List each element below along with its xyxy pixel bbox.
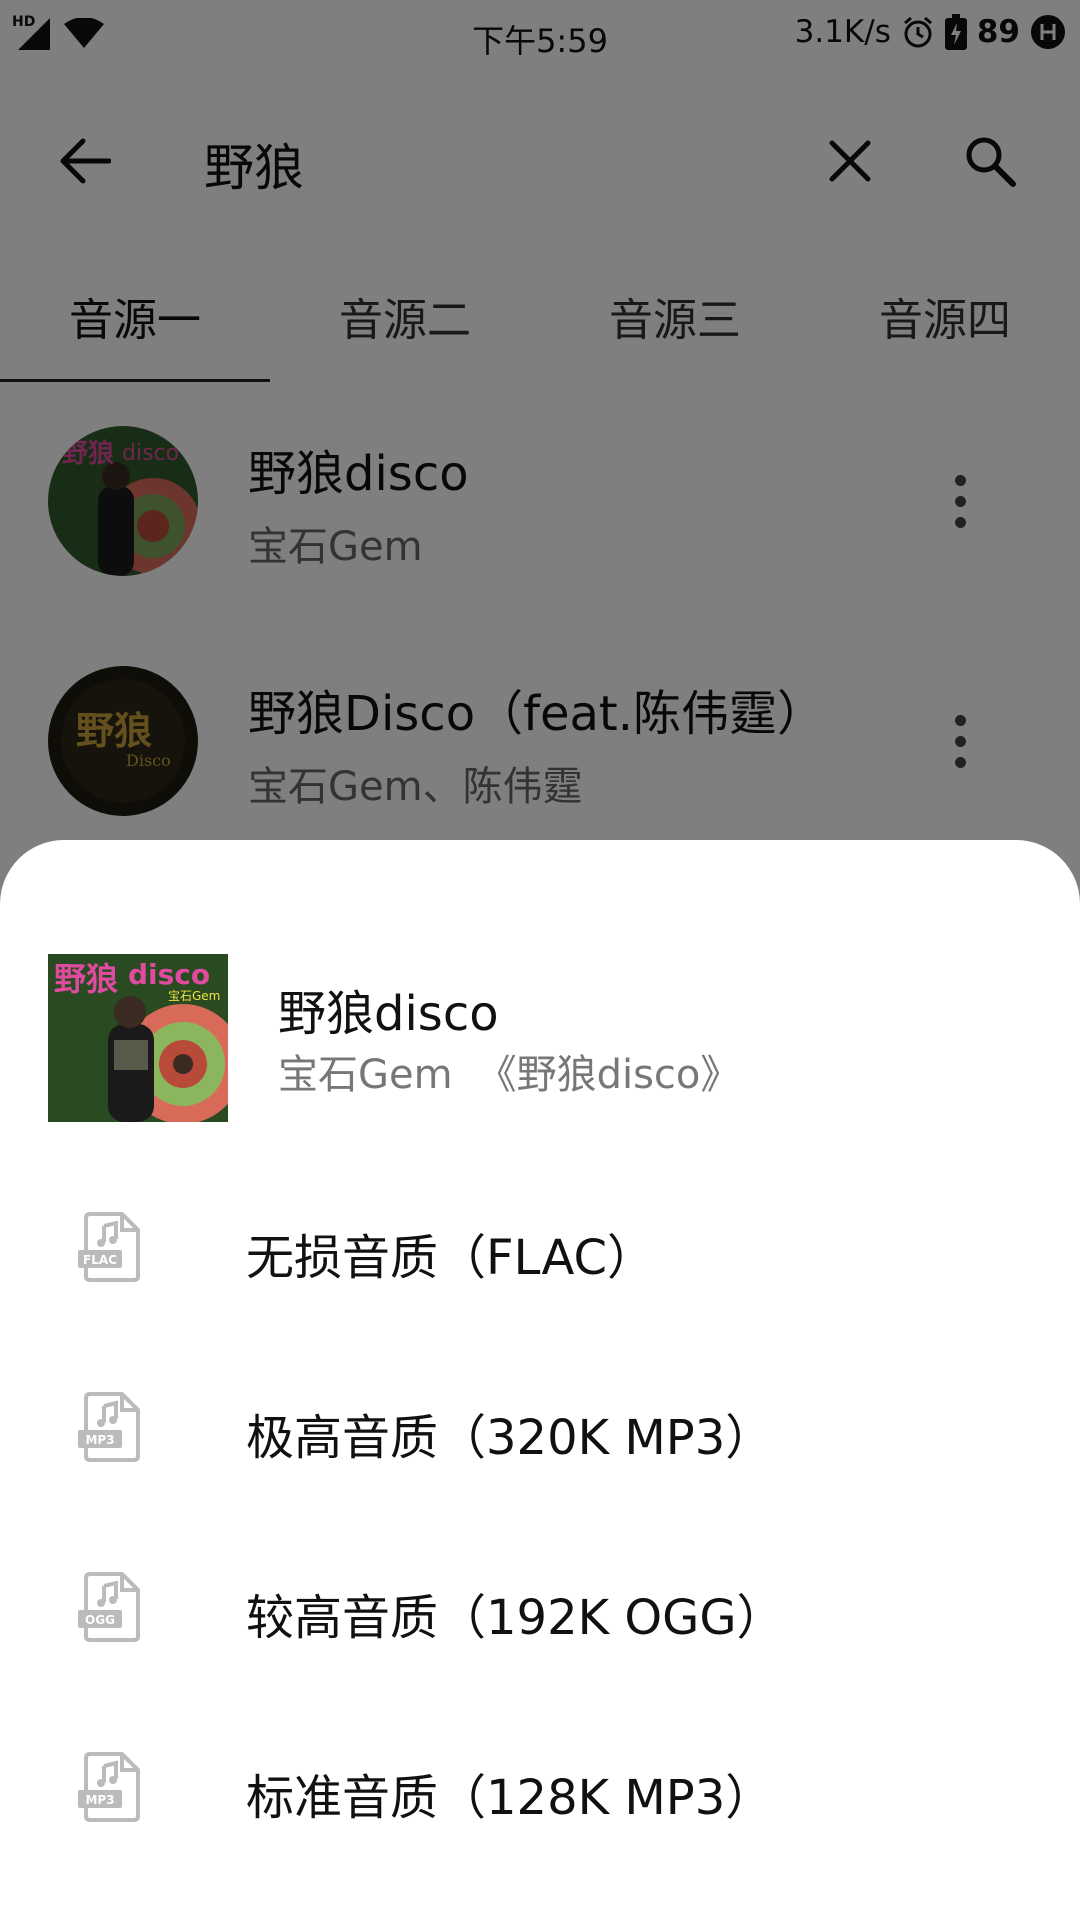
quality-label: 无损音质（FLAC） — [246, 1230, 655, 1286]
mp3-file-icon: MP3 — [78, 1752, 140, 1822]
ogg-file-icon: OGG — [78, 1572, 140, 1642]
download-quality-sheet: 野狼 disco 宝石Gem 野狼disco 宝石Gem 《野狼disco》 FL… — [0, 840, 1080, 1920]
svg-text:OGG: OGG — [85, 1613, 115, 1627]
quality-option-320k-mp3[interactable]: MP3 极高音质（320K MP3） — [0, 1340, 1080, 1520]
quality-option-flac[interactable]: FLAC 无损音质（FLAC） — [0, 1160, 1080, 1340]
sheet-song-subtitle: 宝石Gem 《野狼disco》 — [278, 1042, 740, 1100]
sheet-album: 《野狼disco》 — [476, 1052, 741, 1098]
quality-label: 标准音质（128K MP3） — [246, 1770, 774, 1826]
quality-label: 极高音质（320K MP3） — [246, 1410, 774, 1466]
svg-text:野狼: 野狼 — [54, 960, 118, 998]
svg-text:MP3: MP3 — [85, 1793, 114, 1807]
svg-text:FLAC: FLAC — [83, 1253, 117, 1267]
quality-label: 较高音质（192K OGG） — [246, 1590, 785, 1646]
svg-text:宝石Gem: 宝石Gem — [168, 989, 220, 1003]
mp3-file-icon: MP3 — [78, 1392, 140, 1462]
quality-option-192k-ogg[interactable]: OGG 较高音质（192K OGG） — [0, 1520, 1080, 1700]
sheet-artist: 宝石Gem — [278, 1052, 453, 1098]
svg-text:MP3: MP3 — [85, 1433, 114, 1447]
album-cover: 野狼 disco 宝石Gem — [48, 954, 228, 1122]
quality-option-128k-mp3[interactable]: MP3 标准音质（128K MP3） — [0, 1700, 1080, 1880]
sheet-song-title: 野狼disco — [278, 986, 499, 1042]
flac-file-icon: FLAC — [78, 1212, 140, 1282]
svg-text:disco: disco — [128, 958, 210, 991]
